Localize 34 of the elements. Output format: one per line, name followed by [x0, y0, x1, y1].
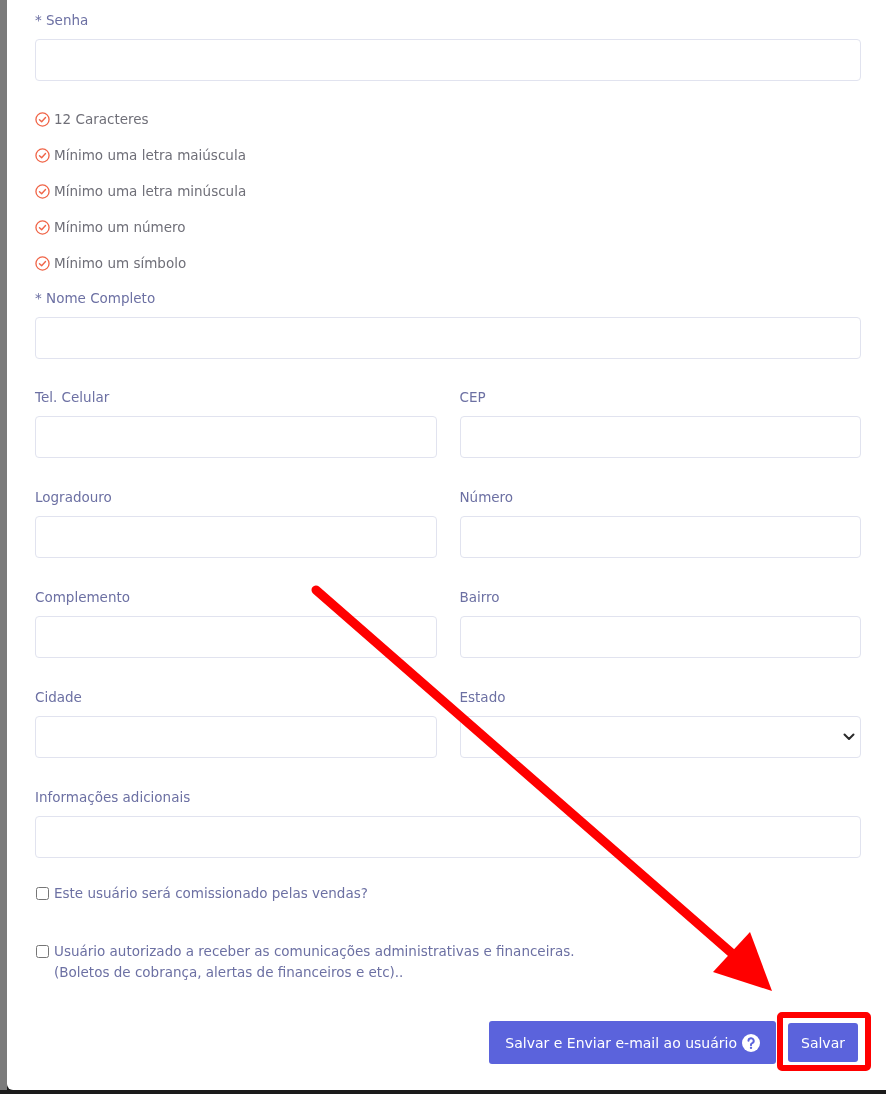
checkbox-label: Este usuário será comissionado pelas vendas? — [54, 884, 368, 903]
password-rule-text: Mínimo uma letra maiúscula — [54, 147, 246, 163]
field-label: Logradouro — [35, 488, 112, 507]
text-input[interactable] — [459, 416, 861, 458]
checkbox[interactable] — [36, 945, 49, 958]
field-label: Cidade — [35, 688, 82, 707]
field-label: Bairro — [459, 588, 500, 607]
text-input[interactable] — [459, 616, 861, 658]
password-rule-text: Mínimo uma letra minúscula — [54, 183, 247, 199]
checkbox-label: Usuário autorizado a receber as comunicações administrativas e financeiras. (Boletos de cobrança, alertas de financeiros e etc).. — [54, 942, 575, 982]
field-label: Número — [459, 488, 514, 507]
field-label: Tel. Celular — [35, 388, 110, 407]
text-input[interactable] — [35, 716, 437, 758]
text-input[interactable] — [35, 816, 861, 858]
password-rule-text: 12 Caracteres — [54, 111, 149, 127]
text-input[interactable] — [35, 416, 437, 458]
field-label: Informações adicionais — [35, 788, 191, 807]
password-input[interactable] — [35, 39, 861, 81]
checkbox[interactable] — [36, 887, 49, 900]
text-input[interactable] — [35, 317, 861, 359]
field-label: * Senha — [35, 11, 89, 30]
field-label: * Nome Completo — [35, 289, 156, 308]
save-button[interactable]: Salvar — [788, 1023, 858, 1062]
text-input[interactable] — [35, 616, 437, 658]
field-label: CEP — [459, 388, 486, 407]
text-input[interactable] — [35, 516, 437, 558]
chevron-icon — [843, 733, 855, 741]
select-field[interactable] — [459, 716, 861, 758]
password-rule-text: Mínimo um símbolo — [54, 255, 187, 271]
field-label: Estado — [459, 688, 506, 707]
field-label: Complemento — [35, 588, 131, 607]
password-rule-text: Mínimo um número — [54, 219, 186, 235]
save-and-email-button[interactable]: Salvar e Enviar e-mail ao usuário — [489, 1021, 776, 1064]
text-input[interactable] — [459, 516, 861, 558]
